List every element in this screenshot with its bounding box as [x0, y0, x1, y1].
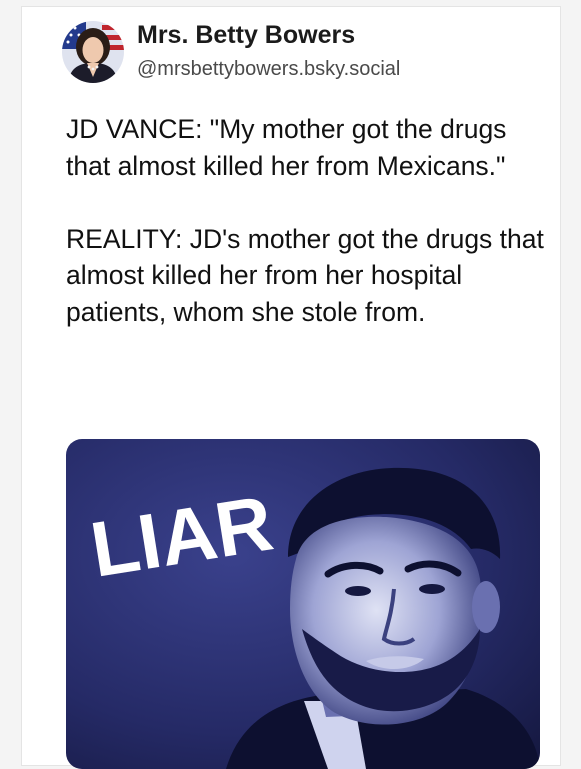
post-text: JD VANCE: "My mother got the drugs that …: [66, 111, 546, 330]
post-paragraph-reality: REALITY: JD's mother got the drugs that …: [66, 223, 544, 327]
author-name[interactable]: Mrs. Betty Bowers: [137, 21, 355, 50]
post-image-graphic: LIAR: [66, 439, 540, 769]
post-image[interactable]: LIAR: [66, 439, 540, 769]
post-card[interactable]: Mrs. Betty Bowers @mrsbettybowers.bsky.s…: [21, 6, 561, 769]
author-handle[interactable]: @mrsbettybowers.bsky.social: [137, 58, 400, 81]
avatar-image: [62, 21, 124, 83]
avatar[interactable]: [62, 21, 124, 83]
post-paragraph-quote: JD VANCE: "My mother got the drugs that …: [66, 114, 507, 181]
